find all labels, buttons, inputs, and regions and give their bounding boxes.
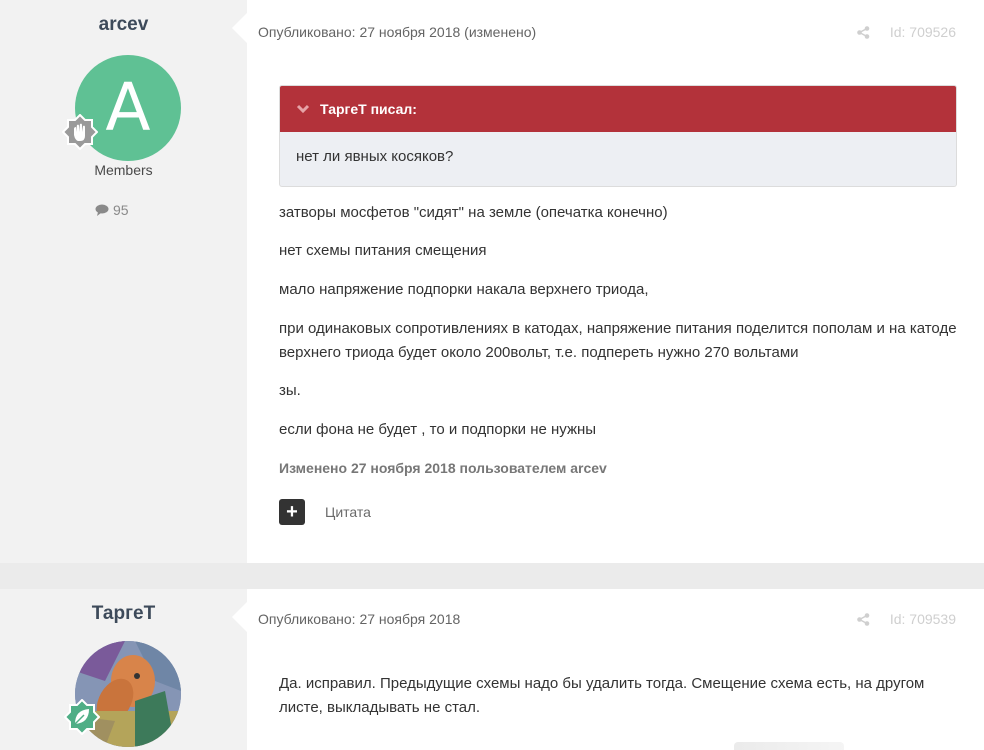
post-count-value: 95 [113,202,129,218]
post-content: Опубликовано: 27 ноября 2018 (изменено) … [247,0,984,563]
post-content: Опубликовано: 27 ноября 2018 Id: 709539 … [247,589,984,750]
quote-header[interactable]: ТаргеТ писал: [280,86,956,132]
author-panel: ТаргеТ [0,589,247,750]
rank-badge-icon [64,699,100,735]
edited-note: Изменено 27 ноября 2018 пользователем ar… [279,460,607,476]
quote-button[interactable]: Цитата [325,504,371,520]
post-id: Id: 709539 [889,611,956,627]
truncated-content [734,742,844,750]
post-count[interactable]: 95 [95,202,129,218]
share-icon[interactable] [857,25,870,39]
author-name[interactable]: arcev [0,14,247,36]
post-target: ТаргеТ Опубликовано: 27 ноября 2018 Id: … [0,589,984,750]
post-meta-right: Id: 709539 [857,611,956,627]
author-arrow [232,13,247,43]
rank-badge-icon [62,114,98,150]
post-paragraph: при одинаковых сопротивлениях в катодах,… [279,320,957,361]
author-arrow [232,602,247,632]
share-icon[interactable] [857,612,870,626]
post-date[interactable]: Опубликовано: 27 ноября 2018 (изменено) [258,24,536,40]
author-panel: arcev A Members 95 [0,0,247,563]
comment-icon [95,204,109,216]
reaction-button[interactable]: + [279,499,305,525]
quote-author: ТаргеТ писал: [320,101,417,117]
post-meta-right: Id: 709526 [857,24,956,40]
post-paragraph: мало напряжение подпорки накала верхнего… [279,281,649,298]
post-paragraph: если фона не будет , то и подпорки не ну… [279,421,597,438]
post-date[interactable]: Опубликовано: 27 ноября 2018 [258,611,460,627]
chevron-down-icon [296,104,310,114]
author-name[interactable]: ТаргеТ [0,603,247,625]
post-paragraph: зы. [279,382,301,399]
user-role: Members [94,162,153,178]
post-arcev: arcev A Members 95 Опубликовано: 27 нояб… [0,0,984,563]
quote-block: ТаргеТ писал: нет ли явных косяков? [279,85,957,187]
post-paragraph: Да. исправил. Предыдущие схемы надо бы у… [279,675,925,716]
post-paragraph: нет схемы питания смещения [279,242,487,259]
post-id: Id: 709526 [889,24,956,40]
post-paragraph: затворы мосфетов "сидят" на земле (опеча… [279,204,668,221]
quote-text: нет ли явных косяков? [296,148,454,165]
